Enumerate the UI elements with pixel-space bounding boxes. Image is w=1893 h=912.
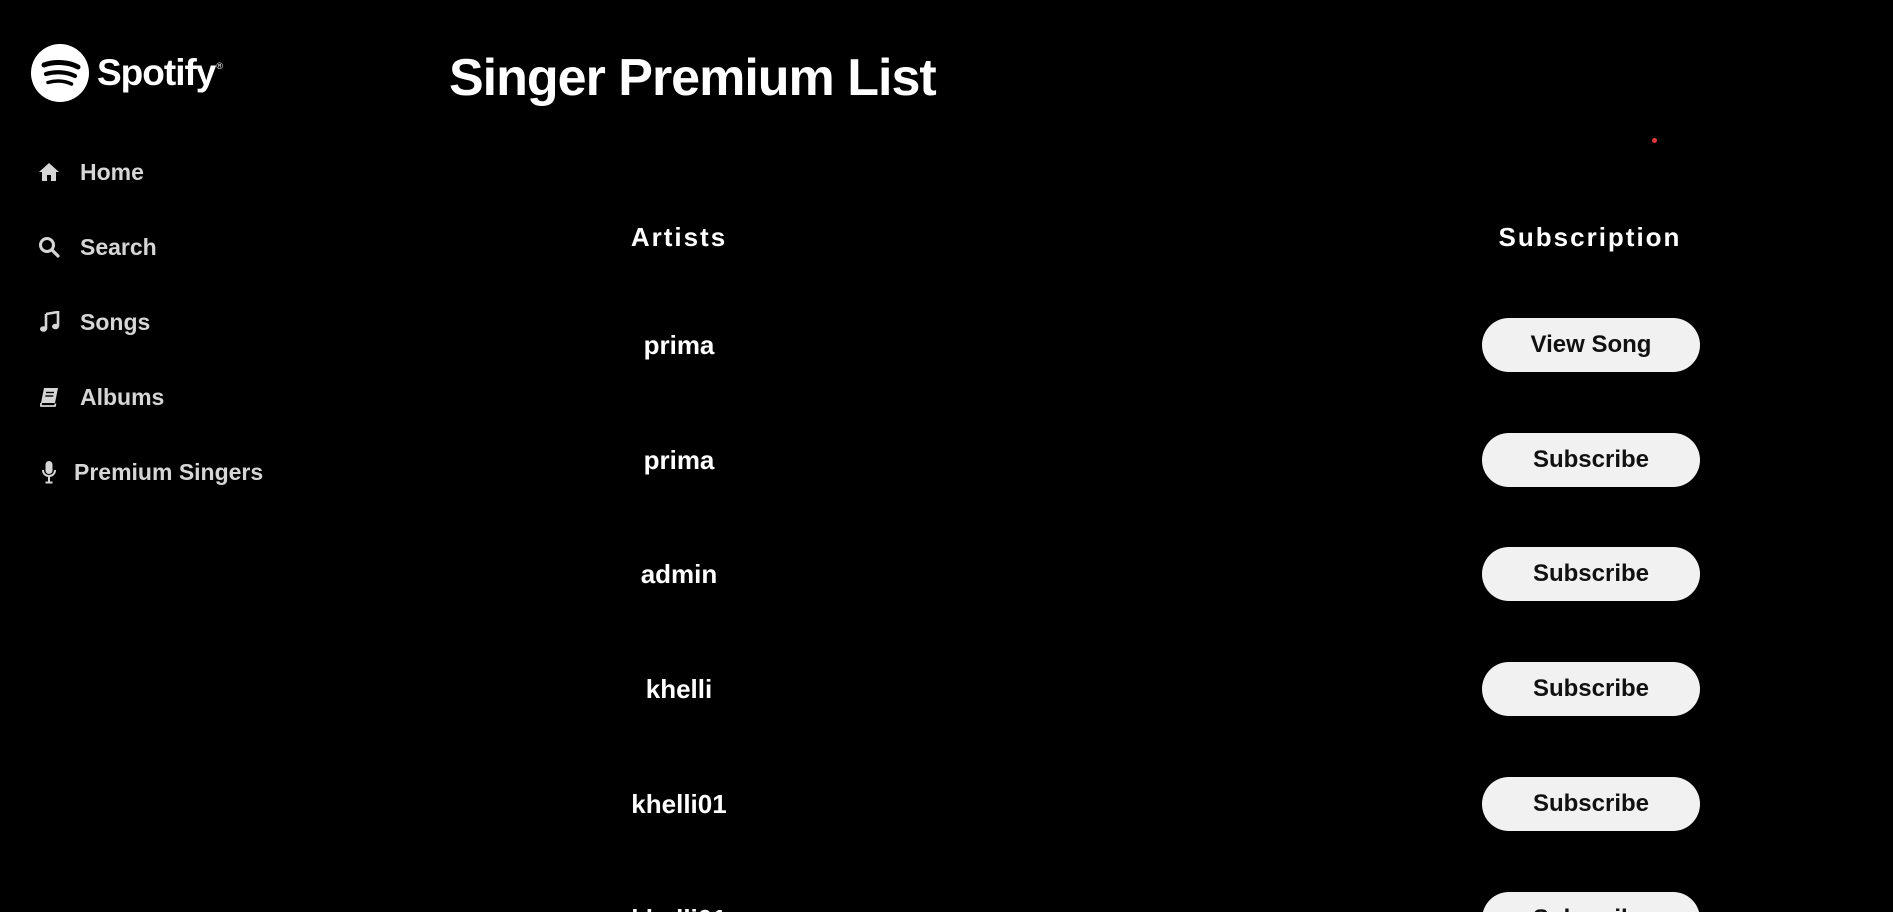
sidebar-item-home[interactable]: Home — [36, 150, 263, 194]
artist-name: prima — [643, 445, 715, 475]
artist-name: khelli — [645, 674, 713, 704]
app-window: Spotify® Home Search Songs Albums Premiu… — [0, 0, 1893, 912]
column-header-subscription: Subscription — [1498, 222, 1682, 252]
subscribe-button[interactable]: Subscribe — [1482, 777, 1700, 831]
list-item: khelli01 Subscribe — [0, 777, 1893, 831]
search-icon — [36, 234, 62, 260]
artist-name: prima — [643, 330, 715, 360]
subscribe-button[interactable]: Subscribe — [1482, 547, 1700, 601]
book-icon — [36, 384, 62, 410]
list-item: khelli01 Subscribe — [0, 892, 1893, 912]
list-item: admin Subscribe — [0, 547, 1893, 601]
home-icon — [36, 159, 62, 185]
list-item: khelli Subscribe — [0, 662, 1893, 716]
sidebar-item-label: Home — [80, 158, 144, 185]
artist-name: khelli01 — [529, 892, 829, 912]
column-header-artists: Artists — [630, 222, 728, 252]
status-indicator-dot — [1652, 138, 1657, 143]
artist-name: admin — [640, 559, 718, 589]
sidebar-item-search[interactable]: Search — [36, 225, 263, 269]
spotify-logo[interactable]: Spotify® — [31, 43, 223, 103]
subscribe-button[interactable]: Subscribe — [1482, 433, 1700, 487]
sidebar-item-albums[interactable]: Albums — [36, 375, 263, 419]
view-song-button[interactable]: View Song — [1482, 318, 1700, 372]
subscribe-button[interactable]: Subscribe — [1482, 662, 1700, 716]
spotify-logo-icon — [31, 44, 89, 102]
brand-name: Spotify® — [97, 52, 223, 93]
artist-name: khelli01 — [631, 789, 727, 819]
page-title: Singer Premium List — [449, 49, 937, 107]
subscribe-button[interactable]: Subscribe — [1482, 892, 1700, 912]
sidebar-item-label: Albums — [80, 383, 165, 410]
list-item: prima View Song — [0, 318, 1893, 372]
list-item: prima Subscribe — [0, 433, 1893, 487]
trademark-mark: ® — [216, 61, 223, 71]
sidebar-item-label: Search — [80, 233, 157, 260]
